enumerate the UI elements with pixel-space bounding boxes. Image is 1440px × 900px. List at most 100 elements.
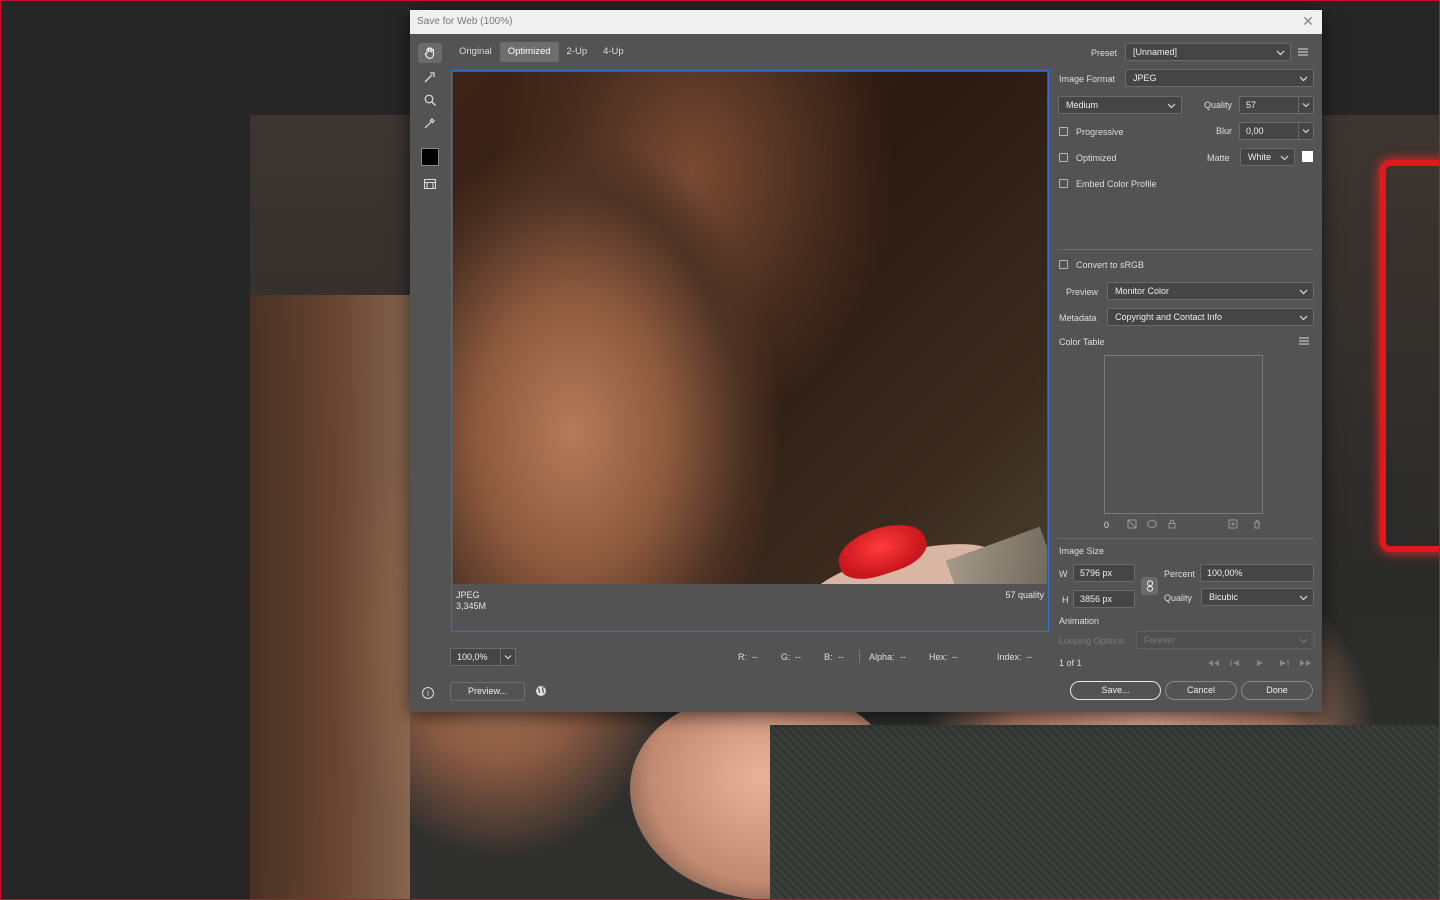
matte-label: Matte bbox=[1207, 153, 1230, 163]
chevron-down-icon bbox=[1299, 289, 1308, 295]
image-format-value: JPEG bbox=[1133, 73, 1157, 83]
color-table-label: Color Table bbox=[1059, 337, 1105, 347]
toggle-slices-visibility-button[interactable] bbox=[418, 174, 442, 194]
alpha-value: -- bbox=[900, 652, 906, 662]
animation-heading: Animation bbox=[1059, 616, 1100, 626]
slice-select-tool-button[interactable] bbox=[418, 67, 442, 87]
image-size-divider bbox=[1058, 538, 1314, 539]
tab-optimized[interactable]: Optimized bbox=[499, 42, 559, 62]
width-input[interactable]: 5796 px bbox=[1073, 564, 1135, 582]
b-label: B: bbox=[824, 652, 833, 662]
globe-icon[interactable] bbox=[535, 685, 547, 697]
looping-options-label: Looping Options bbox=[1059, 636, 1125, 646]
tab-2-up[interactable]: 2-Up bbox=[559, 42, 596, 62]
chevron-down-icon[interactable] bbox=[500, 649, 515, 665]
play-icon[interactable] bbox=[1256, 659, 1264, 667]
compression-quality-select[interactable]: Medium bbox=[1058, 96, 1182, 114]
blur-input[interactable]: 0,00 bbox=[1239, 122, 1314, 140]
r-label: R: bbox=[738, 652, 747, 662]
next-frame-icon[interactable] bbox=[1279, 659, 1289, 667]
image-size-heading: Image Size bbox=[1059, 546, 1105, 556]
eyedropper-tool-button[interactable] bbox=[418, 113, 442, 133]
metadata-select[interactable]: Copyright and Contact Info bbox=[1107, 308, 1314, 326]
convert-srgb-label: Convert to sRGB bbox=[1076, 260, 1145, 270]
add-color-icon[interactable] bbox=[1228, 519, 1238, 529]
g-label: G: bbox=[781, 652, 791, 662]
quality-input[interactable]: 57 bbox=[1239, 96, 1314, 114]
looping-options-select[interactable]: Forever bbox=[1136, 631, 1314, 649]
resample-quality-label: Quality bbox=[1164, 593, 1193, 603]
optimize-menu-icon[interactable] bbox=[1298, 48, 1308, 56]
quality-value: 57 bbox=[1246, 100, 1257, 110]
optimized-checkbox[interactable] bbox=[1059, 153, 1068, 162]
title-bar: Save for Web (100%) ✕ bbox=[410, 10, 1322, 34]
bg-neon-sign bbox=[1380, 160, 1440, 552]
progressive-label: Progressive bbox=[1076, 127, 1124, 137]
preview-color-select[interactable]: Monitor Color bbox=[1107, 282, 1314, 300]
chevron-down-icon[interactable] bbox=[1298, 97, 1313, 113]
eyedropper-color-swatch[interactable] bbox=[421, 148, 439, 166]
convert-srgb-checkbox[interactable] bbox=[1059, 260, 1068, 269]
matte-select[interactable]: White bbox=[1240, 148, 1295, 166]
constrain-proportions-button[interactable] bbox=[1141, 577, 1158, 595]
trash-icon[interactable] bbox=[1252, 519, 1262, 529]
image-format-select[interactable]: JPEG bbox=[1125, 69, 1314, 87]
percent-input[interactable]: 100,00% bbox=[1200, 564, 1314, 582]
last-frame-icon[interactable] bbox=[1299, 659, 1312, 667]
height-value: 3856 px bbox=[1080, 594, 1113, 604]
view-tabs: Original Optimized 2-Up 4-Up bbox=[451, 42, 632, 62]
save-button[interactable]: Save... bbox=[1070, 681, 1161, 700]
metadata-value: Copyright and Contact Info bbox=[1115, 312, 1223, 322]
color-table-menu-icon[interactable] bbox=[1299, 337, 1309, 345]
chevron-down-icon bbox=[1167, 103, 1176, 109]
metadata-label: Metadata bbox=[1059, 313, 1097, 323]
save-for-web-dialog: Save for Web (100%) ✕ Original Optimized… bbox=[410, 10, 1322, 712]
height-input[interactable]: 3856 px bbox=[1073, 590, 1135, 608]
resample-quality-select[interactable]: Bicubic bbox=[1201, 588, 1314, 606]
magnifier-icon bbox=[424, 94, 436, 106]
matte-color-swatch[interactable] bbox=[1302, 151, 1313, 162]
color-table[interactable] bbox=[1104, 355, 1263, 514]
first-frame-icon[interactable] bbox=[1207, 659, 1220, 667]
slices-icon bbox=[424, 179, 436, 189]
preset-select[interactable]: [Unnamed] bbox=[1125, 43, 1291, 61]
preview-image[interactable] bbox=[453, 72, 1047, 584]
index-label: Index: bbox=[997, 652, 1022, 662]
hand-tool-button[interactable] bbox=[418, 43, 442, 63]
zoom-level-select[interactable]: 100,0% bbox=[450, 648, 516, 666]
hex-label: Hex: bbox=[929, 652, 948, 662]
b-value: -- bbox=[838, 652, 844, 662]
resample-quality-value: Bicubic bbox=[1209, 592, 1239, 602]
progressive-checkbox[interactable] bbox=[1059, 127, 1068, 136]
tab-4-up[interactable]: 4-Up bbox=[595, 42, 632, 62]
pixel-info-divider bbox=[859, 650, 860, 663]
r-value: -- bbox=[752, 652, 758, 662]
chevron-down-icon[interactable] bbox=[1298, 123, 1313, 139]
optimized-label: Optimized bbox=[1076, 153, 1117, 163]
preview-file-size: 3,345M bbox=[456, 601, 487, 611]
width-label: W bbox=[1059, 569, 1068, 579]
preview-in-browser-button[interactable]: Preview... bbox=[450, 682, 525, 701]
blur-label: Blur bbox=[1216, 126, 1233, 136]
embed-color-profile-label: Embed Color Profile bbox=[1076, 179, 1157, 189]
lock-icon[interactable] bbox=[1167, 519, 1177, 529]
cancel-button[interactable]: Cancel bbox=[1165, 681, 1237, 700]
matte-value: White bbox=[1248, 152, 1272, 162]
optimized-preview-panel[interactable]: JPEG 3,345M 57 quality bbox=[451, 70, 1049, 632]
web-shift-icon[interactable] bbox=[1147, 519, 1157, 529]
map-color-icon[interactable] bbox=[1127, 519, 1137, 529]
preview-label: Preview bbox=[1066, 287, 1099, 297]
tab-original[interactable]: Original bbox=[451, 42, 500, 62]
blur-value: 0,00 bbox=[1246, 126, 1264, 136]
previous-frame-icon[interactable] bbox=[1230, 659, 1240, 667]
info-icon[interactable]: i bbox=[422, 687, 434, 699]
embed-color-profile-checkbox[interactable] bbox=[1059, 179, 1068, 188]
percent-value: 100,00% bbox=[1207, 568, 1243, 578]
close-icon[interactable]: ✕ bbox=[1300, 13, 1316, 29]
preview-format: JPEG bbox=[456, 590, 480, 600]
color-count: 0 bbox=[1104, 520, 1110, 530]
zoom-tool-button[interactable] bbox=[418, 90, 442, 110]
compression-quality-value: Medium bbox=[1066, 100, 1099, 110]
looping-options-value: Forever bbox=[1144, 635, 1176, 645]
done-button[interactable]: Done bbox=[1241, 681, 1313, 700]
